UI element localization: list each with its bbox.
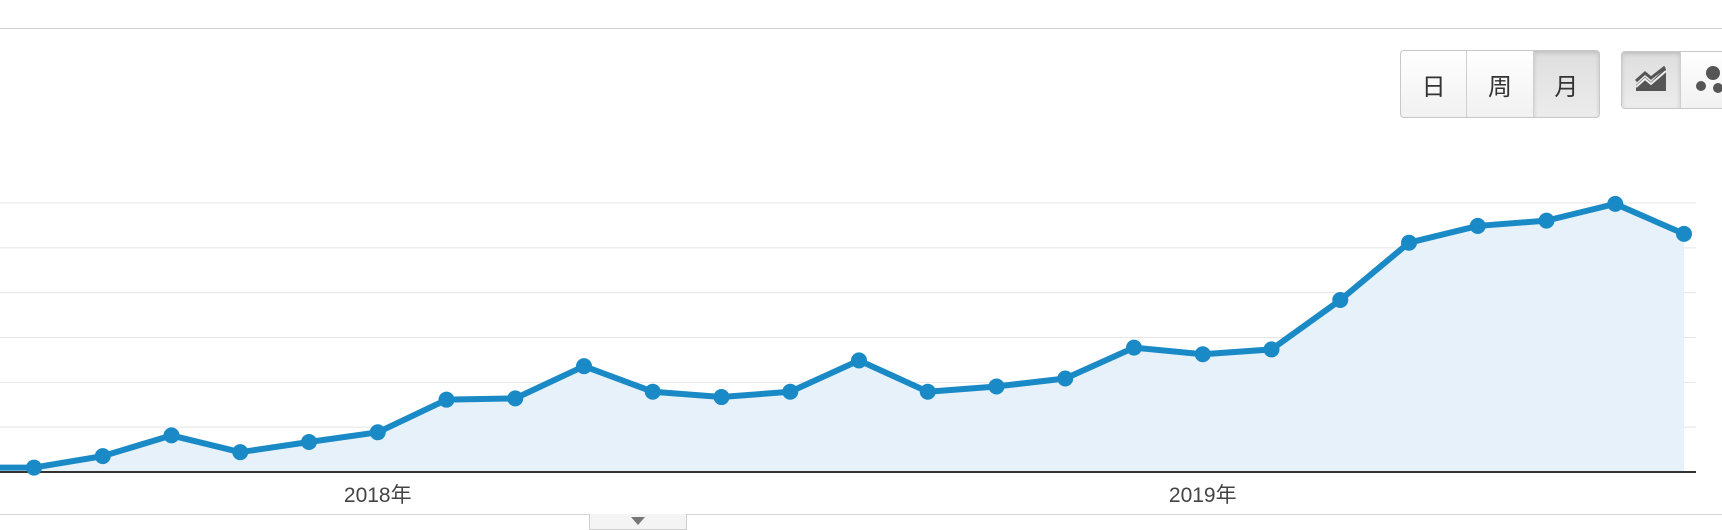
- data-point[interactable]: [713, 389, 730, 406]
- data-point[interactable]: [919, 383, 936, 400]
- bottom-divider: [0, 514, 1722, 515]
- data-point[interactable]: [1401, 234, 1417, 251]
- x-tick-2018: 2018年: [344, 484, 412, 507]
- data-point[interactable]: [163, 427, 180, 444]
- data-point[interactable]: [1607, 195, 1624, 212]
- data-point[interactable]: [438, 391, 455, 408]
- data-point[interactable]: [782, 383, 799, 400]
- x-axis-tick-labels: 2018年 2019年: [344, 484, 1237, 507]
- data-point[interactable]: [1332, 292, 1349, 309]
- data-point[interactable]: [1194, 346, 1211, 363]
- data-point[interactable]: [1057, 370, 1074, 387]
- data-point[interactable]: [1263, 341, 1280, 358]
- data-point[interactable]: [301, 434, 317, 451]
- data-point[interactable]: [576, 358, 592, 375]
- data-point[interactable]: [1469, 217, 1486, 234]
- data-point[interactable]: [26, 459, 42, 476]
- chevron-down-icon: [631, 517, 645, 525]
- data-point[interactable]: [94, 448, 111, 465]
- data-point[interactable]: [232, 444, 249, 461]
- x-tick-2019: 2019年: [1169, 484, 1237, 507]
- data-point[interactable]: [1126, 339, 1142, 356]
- data-point[interactable]: [644, 383, 661, 400]
- data-point[interactable]: [851, 352, 867, 369]
- data-point[interactable]: [1676, 225, 1692, 242]
- monthly-area-chart: 2018年 2019年: [0, 195, 1696, 507]
- data-point[interactable]: [369, 424, 386, 441]
- data-point[interactable]: [1538, 212, 1555, 229]
- data-point[interactable]: [507, 390, 524, 407]
- data-point[interactable]: [988, 378, 1005, 395]
- expand-panel-toggle[interactable]: [589, 514, 687, 530]
